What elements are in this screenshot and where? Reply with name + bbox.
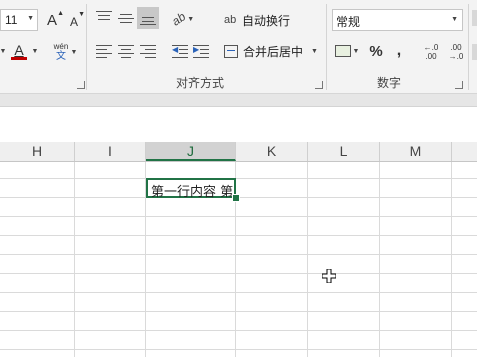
number-format-value: 常规	[336, 15, 361, 29]
grid-line	[379, 162, 380, 357]
percent-button[interactable]: %	[367, 40, 385, 62]
font-group-launcher-icon[interactable]	[77, 81, 85, 89]
comma-label: ,	[396, 42, 402, 59]
decrease-decimal-button[interactable]: .00 →.0	[446, 40, 466, 64]
phonetic-button[interactable]: wén 文	[52, 40, 70, 64]
increase-decimal-top: ←.0	[423, 43, 439, 52]
grid-line	[0, 216, 477, 217]
phonetic-top: wén	[53, 42, 69, 51]
ribbon-collapse-bar	[0, 94, 477, 107]
grow-font-label: A	[46, 11, 57, 29]
grid-line	[451, 162, 452, 357]
separator	[86, 4, 87, 90]
shrink-font-button[interactable]: A ▼	[66, 11, 85, 31]
wrap-text-icon: ab	[224, 14, 237, 26]
accounting-icon	[334, 45, 351, 57]
phonetic-dropdown[interactable]: ▼	[70, 44, 78, 60]
column-header-k[interactable]: K	[236, 142, 308, 161]
column-header-j[interactable]: J	[146, 142, 236, 161]
wrap-text-label: 自动换行	[242, 13, 291, 28]
grow-font-button[interactable]: A ▲	[43, 9, 64, 31]
separator	[468, 4, 469, 90]
cell-grid[interactable]	[0, 162, 477, 357]
bottom-align-button[interactable]	[137, 7, 159, 29]
chevron-down-icon: ▼	[352, 47, 360, 55]
column-header-i[interactable]: I	[75, 142, 146, 161]
bottom-align-icon	[140, 11, 156, 25]
chevron-down-icon: ▼	[451, 16, 458, 23]
decrease-indent-icon[interactable]: ◀	[172, 44, 188, 58]
font-color-label: A	[14, 42, 24, 58]
align-center-icon[interactable]	[118, 44, 134, 58]
shrink-font-label: A	[69, 14, 78, 29]
align-left-icon[interactable]	[96, 44, 112, 58]
orientation-icon: ab	[169, 9, 189, 29]
alignment-group-label: 对齐方式	[176, 76, 225, 90]
chevron-down-icon: ▼	[31, 47, 39, 55]
font-size-combo[interactable]: 11 ▼	[0, 9, 38, 31]
font-size-value: 11	[5, 13, 18, 27]
increase-indent-icon[interactable]: ▶	[193, 44, 209, 58]
column-header-row: H I J K L M	[0, 142, 477, 162]
top-align-icon[interactable]	[96, 10, 112, 24]
increase-decimal-button[interactable]: ←.0 .00	[420, 40, 442, 64]
column-header-l[interactable]: L	[308, 142, 380, 161]
chevron-down-icon: ▼	[27, 15, 34, 22]
grid-line	[0, 349, 477, 350]
decrease-decimal-bottom: →.0	[448, 52, 464, 61]
styles-icon[interactable]	[472, 44, 477, 60]
chevron-down-icon: ▼	[70, 48, 78, 56]
grid-line	[0, 254, 477, 255]
middle-align-icon[interactable]	[118, 10, 134, 24]
grid-line	[0, 330, 477, 331]
font-color-bar	[11, 57, 27, 60]
chevron-down-icon: ▼	[187, 15, 195, 23]
grid-line	[0, 235, 477, 236]
font-color-dropdown[interactable]: ▼	[31, 42, 39, 60]
grid-line	[0, 292, 477, 293]
align-right-icon[interactable]	[140, 44, 156, 58]
phonetic-bottom: 文	[56, 51, 66, 62]
column-header-m[interactable]: M	[380, 142, 452, 161]
number-format-combo[interactable]: 常规 ▼	[332, 9, 463, 31]
wrap-text-button[interactable]: ab 自动换行	[224, 9, 294, 31]
styles-icon[interactable]	[472, 10, 477, 26]
number-group-label: 数字	[377, 76, 402, 90]
column-header-h[interactable]: H	[0, 142, 75, 161]
comma-button[interactable]: ,	[392, 40, 406, 62]
increase-decimal-bottom: .00	[425, 52, 437, 61]
merge-center-label: 合并后居中	[243, 44, 304, 59]
font-color-button[interactable]: A	[9, 40, 29, 62]
merge-center-icon	[224, 44, 238, 58]
merge-center-button[interactable]: 合并后居中 ▼	[224, 40, 322, 62]
grid-line	[0, 273, 477, 274]
fill-handle[interactable]	[232, 194, 240, 202]
number-group-launcher-icon[interactable]	[455, 81, 463, 89]
cell-text: 第一行内容 第	[151, 185, 234, 200]
percent-label: %	[369, 42, 383, 60]
cross-cursor-icon	[322, 269, 336, 283]
active-cell-j[interactable]: 第一行内容 第	[146, 178, 236, 200]
accounting-format-button[interactable]: ▼	[334, 40, 360, 62]
grow-arrow-icon: ▲	[57, 10, 64, 17]
chevron-down-icon: ▼	[0, 47, 7, 55]
fill-dropdown-button[interactable]: ▼	[0, 42, 6, 60]
separator	[326, 4, 327, 90]
alignment-group-launcher-icon[interactable]	[315, 81, 323, 89]
grid-line	[0, 178, 477, 179]
chevron-down-icon: ▼	[311, 47, 318, 55]
ribbon: 11 ▼ A ▲ A ▼ ▼ A ▼ wén 文 ▼ ab ▼ ◀ ▶ ab 自…	[0, 0, 477, 94]
shrink-arrow-icon: ▼	[78, 11, 85, 18]
grid-line	[74, 162, 75, 357]
grid-line	[307, 162, 308, 357]
orientation-button[interactable]: ab ▼	[169, 8, 196, 30]
formula-bar[interactable]	[0, 107, 477, 143]
grid-line	[0, 311, 477, 312]
decrease-decimal-top: .00	[450, 43, 462, 52]
